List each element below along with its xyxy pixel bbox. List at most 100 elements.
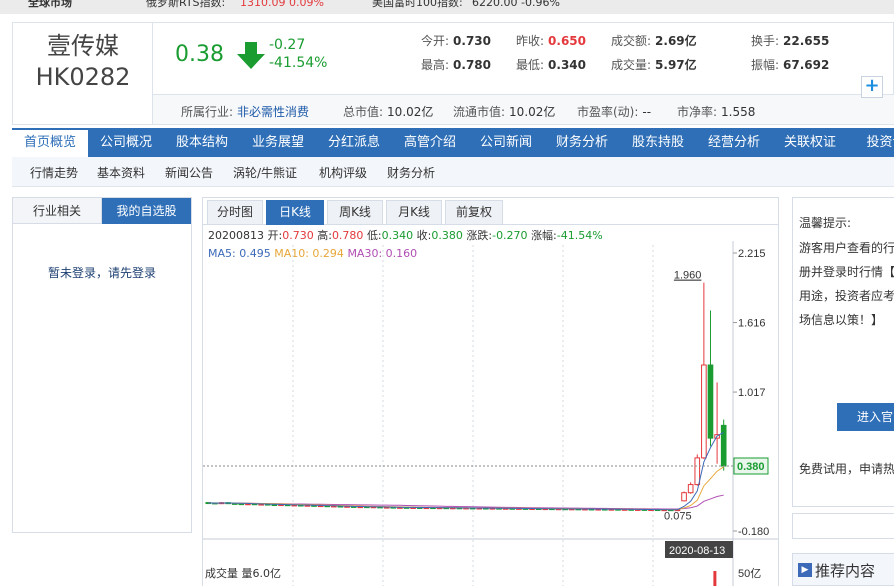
quote-panel: 壹传媒 HK0282 0.38 -0.27 -41.54% 今开: 0.730 昨… [12,22,894,125]
stock-name: 壹传媒 [47,32,119,60]
nav-item-equity[interactable]: 股本结构 [164,128,240,157]
min-price-label: 0.075 [664,510,692,522]
candle [720,424,727,467]
stock-code: HK0282 [35,63,131,91]
nav-item-warrants[interactable]: 关联权证 [772,128,848,157]
turnover-value: 2.69亿 [655,34,697,48]
turnover-rate-value: 22.655 [783,34,830,48]
nav-item-overview[interactable]: 首页概览 [12,128,88,157]
ticker-item-1-label[interactable]: 俄罗斯RTS指数: [146,0,225,8]
high-label: 最高: [421,58,450,72]
sub-nav: 行情走势 基本资料 新闻公告 涡轮/牛熊证 机构评级 财务分析 [12,157,894,187]
ma30-line [208,494,724,510]
low-value: 0.340 [548,58,587,72]
amplitude-value: 67.692 [783,58,830,72]
info-row: 所属行业: 非必需性消费 总市值: 10.02亿 流通市值: 10.02亿 市盈率(动… [153,94,894,124]
pb-value: 1.558 [721,105,756,119]
subnav-item-ratings[interactable]: 机构评级 [319,164,367,181]
recommend-section[interactable]: ▶ 推荐内容 [792,553,894,586]
high-value: 0.780 [453,58,492,72]
tab-forward-adjusted[interactable]: 前复权 [445,200,503,225]
chart-panel: 分时图 日K线 周K线 月K线 前复权 20200813 开:0.730 高:0… [202,197,779,586]
prev-close-stat: 昨收: 0.650 [516,32,586,49]
tip-body: 游客用户查看的行钟，请注册并登录时行情【基本市场用途，投资者应考详细的市场信息以… [799,241,894,327]
date-tag-label: 2020-08-13 [669,545,725,557]
tab-intraday[interactable]: 分时图 [207,200,263,225]
tab-daily-k[interactable]: 日K线 [266,200,324,225]
y-tick-label: 1.616 [738,318,766,330]
pe-value: -- [642,105,652,119]
pb-label: 市净率: [677,105,718,119]
open-value: 0.730 [453,34,492,48]
nav-item-executives[interactable]: 高管介绍 [392,128,468,157]
notice-panel: 温馨提示: 游客用户查看的行钟，请注册并登录时行情【基本市场用途，投资者应考详细… [792,197,894,507]
enter-official-button[interactable]: 进入官 [837,403,894,431]
down-arrow-icon [237,42,265,69]
candle [687,484,694,494]
volume-chart-label: 成交量 量6.0亿 [205,567,281,580]
open-label: 今开: [421,34,450,48]
search-input[interactable] [792,513,894,539]
subnav-item-warrants[interactable]: 涡轮/牛熊证 [233,164,297,181]
tab-my-watchlist[interactable]: 我的自选股 [102,198,191,224]
float-mcap-label: 流通市值: [453,105,506,119]
industry-link[interactable]: 非必需性消费 [237,105,309,119]
volume-label: 成交量: [611,58,652,72]
y-tick-label: -0.180 [738,526,769,538]
tab-industry[interactable]: 行业相关 [13,198,102,224]
login-prompt-link[interactable]: 暂未登录，请先登录 [13,264,191,281]
mcap-info: 总市值: 10.02亿 [343,103,433,120]
pe-label: 市盈率(动): [577,105,639,119]
open-stat: 今开: 0.730 [421,32,491,49]
pb-info: 市净率: 1.558 [677,103,755,120]
ticker-item-1-value: 1310.09 0.09% [240,0,324,9]
turnover-rate-label: 换手: [751,34,780,48]
mcap-value: 10.02亿 [387,105,434,119]
high-stat: 最高: 0.780 [421,56,491,73]
industry-label: 所属行业: [181,105,234,119]
nav-item-outlook[interactable]: 业务展望 [240,128,316,157]
ticker-item-2-label[interactable]: 美国富时100指数: [372,0,463,8]
candle [707,364,714,439]
nav-item-holders[interactable]: 股东持股 [620,128,696,157]
low-label: 最低: [516,58,545,72]
free-trial-text: 免费试用，申请热 [799,462,894,476]
tab-monthly-k[interactable]: 月K线 [386,200,442,225]
add-watchlist-button[interactable]: + [861,76,883,98]
candle [701,364,707,459]
candle [681,492,687,502]
price-change-pct: -41.54% [269,55,328,71]
subnav-item-finance[interactable]: 财务分析 [387,164,435,181]
nav-item-rating[interactable]: 投资评 [848,128,894,157]
current-price-label: 0.380 [737,461,765,473]
volume-value: 5.97亿 [655,58,697,72]
nav-item-news[interactable]: 公司新闻 [468,128,544,157]
turnover-label: 成交额: [611,34,652,48]
recommend-icon: ▶ [798,563,812,577]
watchlist-panel: 行业相关 我的自选股 暂未登录，请先登录 [12,197,192,533]
subnav-item-announcements[interactable]: 新闻公告 [165,164,213,181]
ma10-line [208,466,724,511]
ticker-strip: 全球市场 俄罗斯RTS指数: 1310.09 0.09% 美国富时100指数: … [0,0,894,14]
y-tick-label: 1.017 [738,387,766,399]
candle [694,457,701,486]
subnav-item-profile[interactable]: 基本资料 [97,164,145,181]
nav-item-dividend[interactable]: 分红派息 [316,128,392,157]
kline-chart[interactable]: 2.215 1.616 1.017 -0.180 0.380 1.960 0.075 2020… [203,241,779,586]
current-price: 0.38 [175,42,224,67]
ticker-first-label[interactable]: 全球市场 [28,0,72,8]
nav-item-finance[interactable]: 财务分析 [544,128,620,157]
chart-tabs: 分时图 日K线 周K线 月K线 前复权 [203,198,778,225]
tab-weekly-k[interactable]: 周K线 [327,200,383,225]
nav-item-company[interactable]: 公司概况 [88,128,164,157]
prev-close-label: 昨收: [516,34,545,48]
recommend-label: 推荐内容 [815,562,876,580]
subnav-item-trend[interactable]: 行情走势 [30,164,78,181]
amplitude-stat: 振幅: 67.692 [751,56,829,73]
turnover-stat: 成交额: 2.69亿 [611,32,697,49]
nav-item-operations[interactable]: 经营分析 [696,128,772,157]
industry-info: 所属行业: 非必需性消费 [181,103,309,120]
volume-bar [713,571,717,586]
max-price-label: 1.960 [674,270,702,282]
price-change: -0.27 [269,37,306,53]
